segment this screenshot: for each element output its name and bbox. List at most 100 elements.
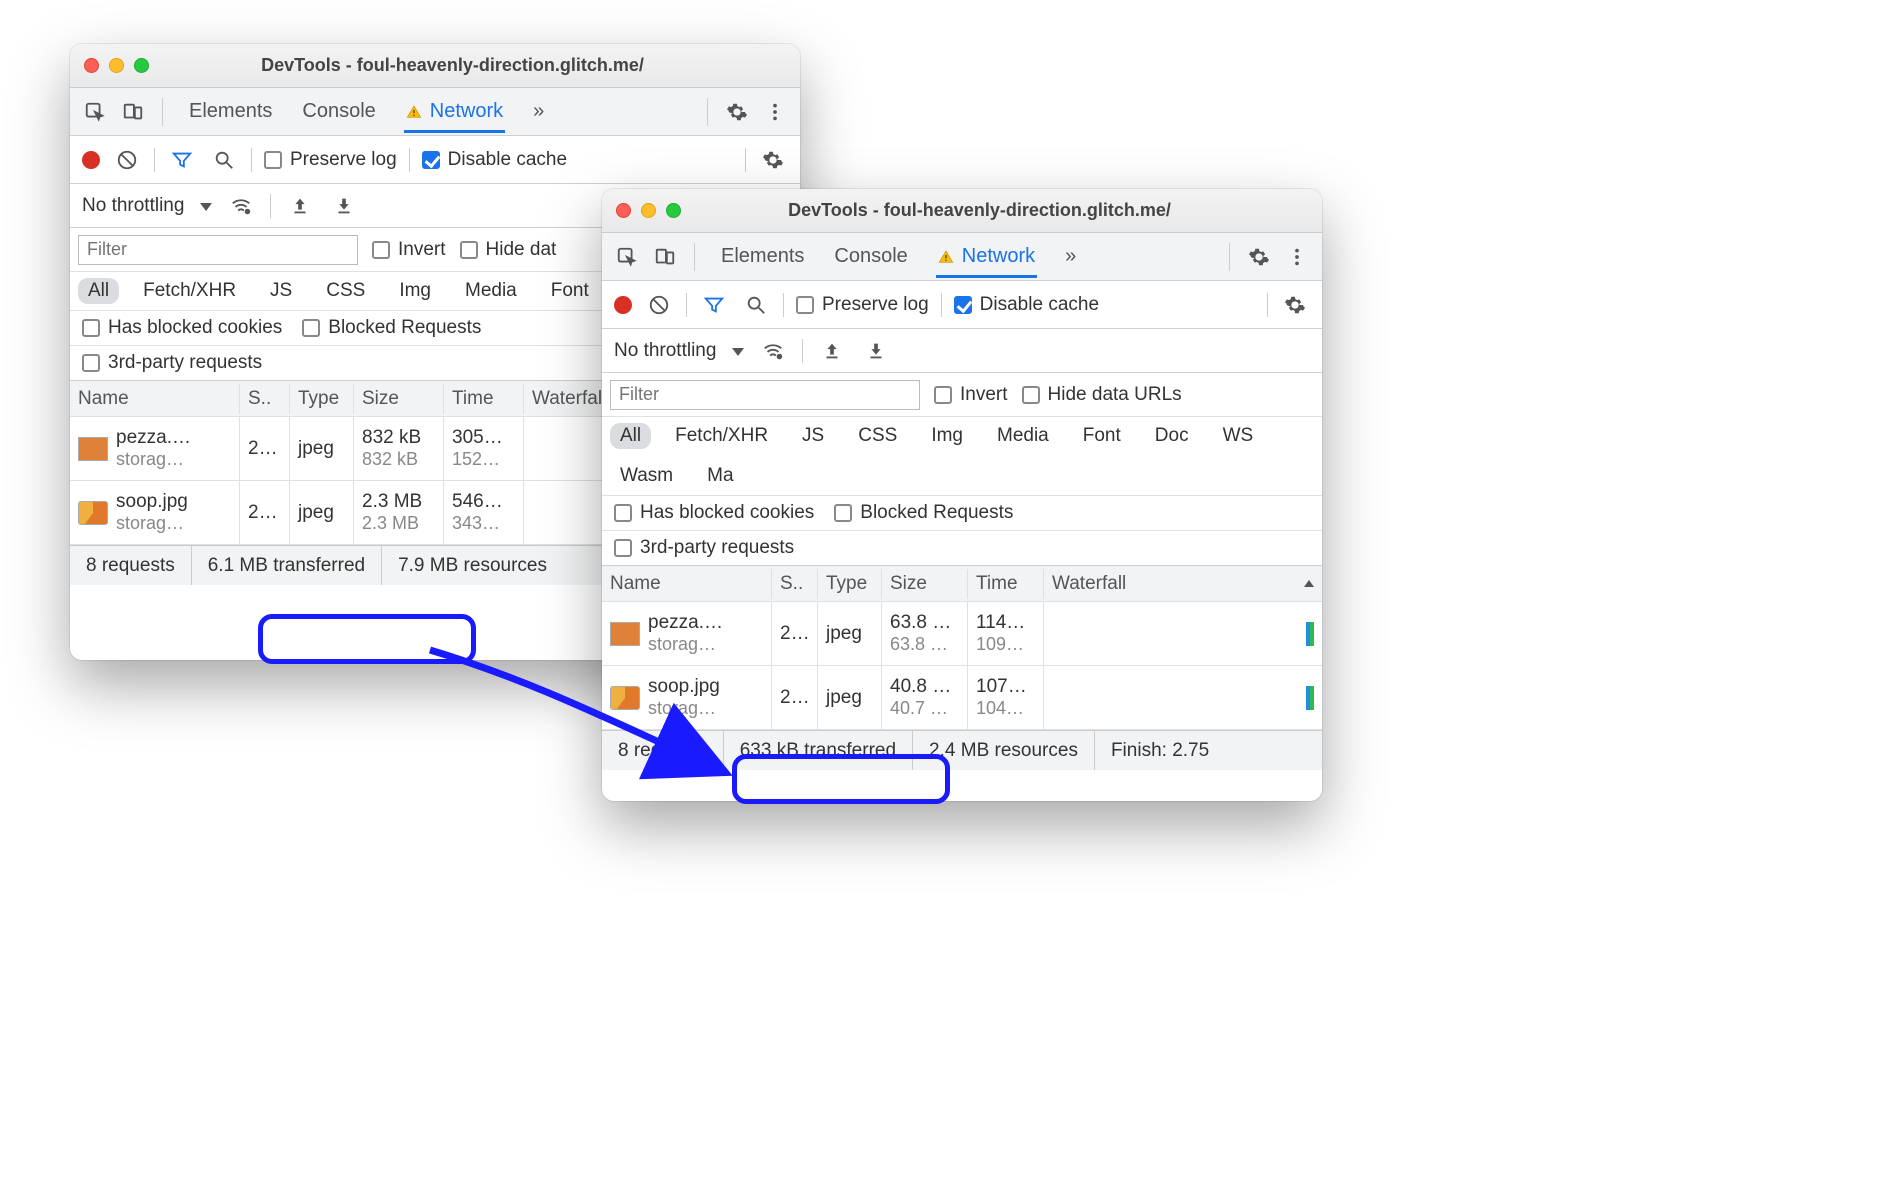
device-toggle-icon[interactable] (118, 97, 148, 127)
type-js[interactable]: JS (792, 423, 834, 449)
table-header[interactable]: Name S.. Type Size Time Waterfall (602, 566, 1322, 602)
tab-elements[interactable]: Elements (187, 90, 274, 133)
zoom-icon[interactable] (134, 58, 149, 73)
gear-icon[interactable] (1244, 242, 1274, 272)
col-time[interactable]: Time (968, 569, 1044, 599)
type-font[interactable]: Font (1073, 423, 1131, 449)
hide-data-urls-checkbox[interactable]: Hide data URLs (1022, 384, 1182, 406)
type-manifest[interactable]: Ma (697, 463, 743, 489)
clear-icon[interactable] (112, 145, 142, 175)
invert-checkbox[interactable]: Invert (372, 239, 446, 261)
devtools-tabbar: Elements Console Network » (70, 88, 800, 136)
minimize-icon[interactable] (641, 203, 656, 218)
col-size[interactable]: Size (882, 569, 968, 599)
type-all[interactable]: All (78, 278, 119, 304)
type-img[interactable]: Img (389, 278, 441, 304)
wifi-icon[interactable] (226, 191, 256, 221)
filter-input[interactable] (78, 235, 358, 265)
tab-network[interactable]: Network (404, 90, 505, 133)
type-img[interactable]: Img (921, 423, 973, 449)
network-settings-icon[interactable] (1280, 290, 1310, 320)
col-type[interactable]: Type (290, 384, 354, 414)
hide-data-urls-checkbox[interactable]: Hide dat (460, 239, 557, 261)
preserve-log-checkbox[interactable]: Preserve log (796, 294, 929, 316)
devtools-window-after: DevTools - foul-heavenly-direction.glitc… (602, 189, 1322, 801)
tab-console[interactable]: Console (300, 90, 377, 133)
tab-network[interactable]: Network (936, 235, 1037, 278)
type-ws[interactable]: WS (1213, 423, 1264, 449)
col-time[interactable]: Time (444, 384, 524, 414)
upload-icon[interactable] (285, 191, 315, 221)
col-type[interactable]: Type (818, 569, 882, 599)
table-row[interactable]: pezza.…storag… 2… jpeg 63.8 …63.8 … 114…… (602, 602, 1322, 666)
table-row[interactable]: soop.jpgstorag… 2… jpeg 40.8 …40.7 … 107… (602, 666, 1322, 730)
zoom-icon[interactable] (666, 203, 681, 218)
filter-input[interactable] (610, 380, 920, 410)
filter-icon[interactable] (167, 145, 197, 175)
blocked-requests-checkbox[interactable]: Blocked Requests (302, 317, 481, 339)
close-icon[interactable] (84, 58, 99, 73)
type-media[interactable]: Media (987, 423, 1059, 449)
third-party-checkbox[interactable]: 3rd-party requests (82, 352, 262, 374)
disable-cache-label: Disable cache (448, 149, 567, 171)
tab-overflow[interactable]: » (1063, 235, 1078, 278)
type-font[interactable]: Font (541, 278, 599, 304)
type-all[interactable]: All (610, 423, 651, 449)
titlebar[interactable]: DevTools - foul-heavenly-direction.glitc… (602, 189, 1322, 233)
type-media[interactable]: Media (455, 278, 527, 304)
warning-icon (406, 104, 424, 120)
blocked-cookies-checkbox[interactable]: Has blocked cookies (82, 317, 282, 339)
tab-elements[interactable]: Elements (719, 235, 806, 278)
third-party-checkbox[interactable]: 3rd-party requests (614, 537, 794, 559)
col-status[interactable]: S.. (772, 569, 818, 599)
clear-icon[interactable] (644, 290, 674, 320)
throttle-select[interactable]: No throttling (614, 340, 744, 362)
col-waterfall[interactable]: Waterfall (1044, 569, 1322, 599)
search-icon[interactable] (741, 290, 771, 320)
throttle-select[interactable]: No throttling (82, 195, 212, 217)
blocked-cookies-checkbox[interactable]: Has blocked cookies (614, 502, 814, 524)
type-fetch[interactable]: Fetch/XHR (665, 423, 778, 449)
disable-cache-checkbox[interactable]: Disable cache (422, 149, 567, 171)
col-status[interactable]: S.. (240, 384, 290, 414)
preserve-log-checkbox[interactable]: Preserve log (264, 149, 397, 171)
filter-icon[interactable] (699, 290, 729, 320)
cell-time: 546… (452, 491, 515, 513)
cell-status: 2… (240, 481, 290, 544)
type-css[interactable]: CSS (316, 278, 375, 304)
type-doc[interactable]: Doc (1145, 423, 1199, 449)
cell-name: soop.jpg (648, 676, 720, 698)
cell-size: 832 kB (362, 427, 435, 449)
network-settings-icon[interactable] (758, 145, 788, 175)
col-name[interactable]: Name (70, 384, 240, 414)
type-fetch[interactable]: Fetch/XHR (133, 278, 246, 304)
type-js[interactable]: JS (260, 278, 302, 304)
blocked-requests-checkbox[interactable]: Blocked Requests (834, 502, 1013, 524)
col-size[interactable]: Size (354, 384, 444, 414)
record-icon[interactable] (614, 296, 632, 314)
type-css[interactable]: CSS (848, 423, 907, 449)
traffic-lights[interactable] (616, 203, 681, 218)
tab-console[interactable]: Console (832, 235, 909, 278)
gear-icon[interactable] (722, 97, 752, 127)
search-icon[interactable] (209, 145, 239, 175)
wifi-icon[interactable] (758, 336, 788, 366)
inspect-icon[interactable] (612, 242, 642, 272)
tab-overflow[interactable]: » (531, 90, 546, 133)
upload-icon[interactable] (817, 336, 847, 366)
close-icon[interactable] (616, 203, 631, 218)
col-name[interactable]: Name (602, 569, 772, 599)
inspect-icon[interactable] (80, 97, 110, 127)
download-icon[interactable] (861, 336, 891, 366)
minimize-icon[interactable] (109, 58, 124, 73)
titlebar[interactable]: DevTools - foul-heavenly-direction.glitc… (70, 44, 800, 88)
kebab-icon[interactable] (1282, 242, 1312, 272)
invert-checkbox[interactable]: Invert (934, 384, 1008, 406)
download-icon[interactable] (329, 191, 359, 221)
disable-cache-checkbox[interactable]: Disable cache (954, 294, 1099, 316)
record-icon[interactable] (82, 151, 100, 169)
device-toggle-icon[interactable] (650, 242, 680, 272)
type-wasm[interactable]: Wasm (610, 463, 683, 489)
traffic-lights[interactable] (84, 58, 149, 73)
kebab-icon[interactable] (760, 97, 790, 127)
